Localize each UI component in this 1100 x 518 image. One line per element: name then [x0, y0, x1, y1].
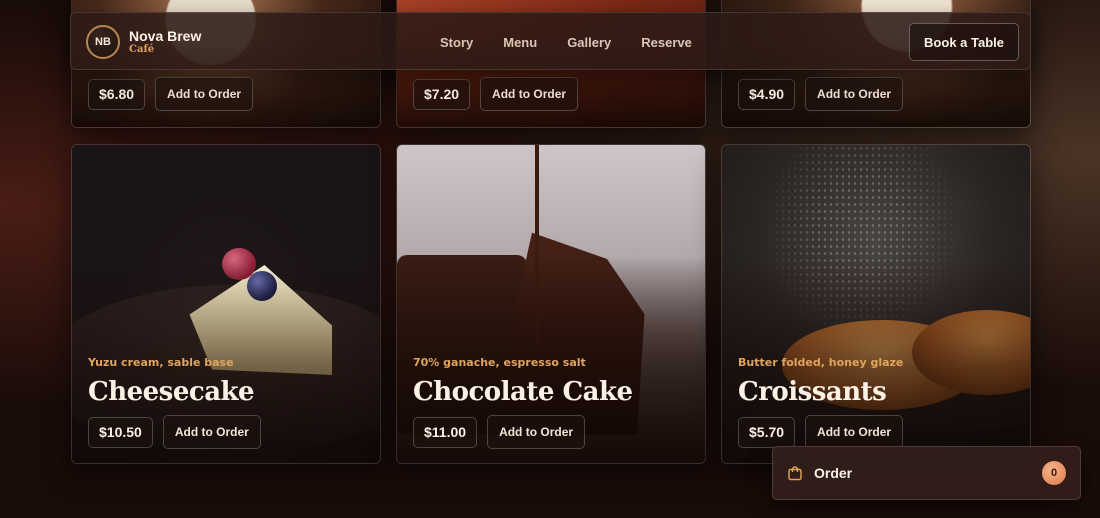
item-description: Yuzu cream, sable base: [88, 356, 234, 370]
order-label: Order: [814, 465, 853, 481]
order-panel[interactable]: Order 0: [772, 446, 1081, 500]
nav-link-menu[interactable]: Menu: [503, 35, 537, 50]
brand-subtitle: Café: [129, 44, 155, 56]
price-tag: $11.00: [413, 416, 478, 448]
add-to-order-button[interactable]: Add to Order: [805, 415, 904, 449]
price-tag: $4.90: [738, 78, 796, 110]
menu-card-cheesecake: Yuzu cream, sable base Cheesecake $10.50…: [71, 144, 381, 464]
nav-link-gallery[interactable]: Gallery: [567, 35, 611, 50]
shopping-bag-icon: [788, 466, 802, 481]
menu-card-croissants: Butter folded, honey glaze Croissants $5…: [721, 144, 1031, 464]
item-title: Chocolate Cake: [413, 377, 633, 408]
top-navbar: NB Nova Brew Café Story Menu Gallery Res…: [70, 12, 1031, 70]
nav-links: Story Menu Gallery Reserve: [440, 13, 692, 71]
brand-name: Nova Brew: [129, 27, 202, 44]
order-count-badge: 0: [1042, 461, 1066, 485]
item-title: Cheesecake: [88, 377, 255, 408]
book-table-button[interactable]: Book a Table: [909, 23, 1019, 61]
nav-link-reserve[interactable]: Reserve: [641, 35, 692, 50]
add-to-order-button[interactable]: Add to Order: [155, 77, 254, 111]
brand[interactable]: NB Nova Brew Café: [86, 25, 201, 59]
nav-link-story[interactable]: Story: [440, 35, 473, 50]
brand-logo: NB: [86, 25, 120, 59]
item-description: 70% ganache, espresso salt: [413, 356, 586, 370]
item-title: Croissants: [738, 377, 887, 408]
price-tag: $10.50: [88, 416, 153, 448]
menu-card-chocolate-cake: 70% ganache, espresso salt Chocolate Cak…: [396, 144, 706, 464]
price-tag: $6.80: [88, 78, 146, 110]
add-to-order-button[interactable]: Add to Order: [480, 77, 579, 111]
price-tag: $5.70: [738, 416, 796, 448]
add-to-order-button[interactable]: Add to Order: [487, 415, 586, 449]
add-to-order-button[interactable]: Add to Order: [805, 77, 904, 111]
price-tag: $7.20: [413, 78, 471, 110]
item-description: Butter folded, honey glaze: [738, 356, 904, 370]
add-to-order-button[interactable]: Add to Order: [162, 415, 261, 449]
